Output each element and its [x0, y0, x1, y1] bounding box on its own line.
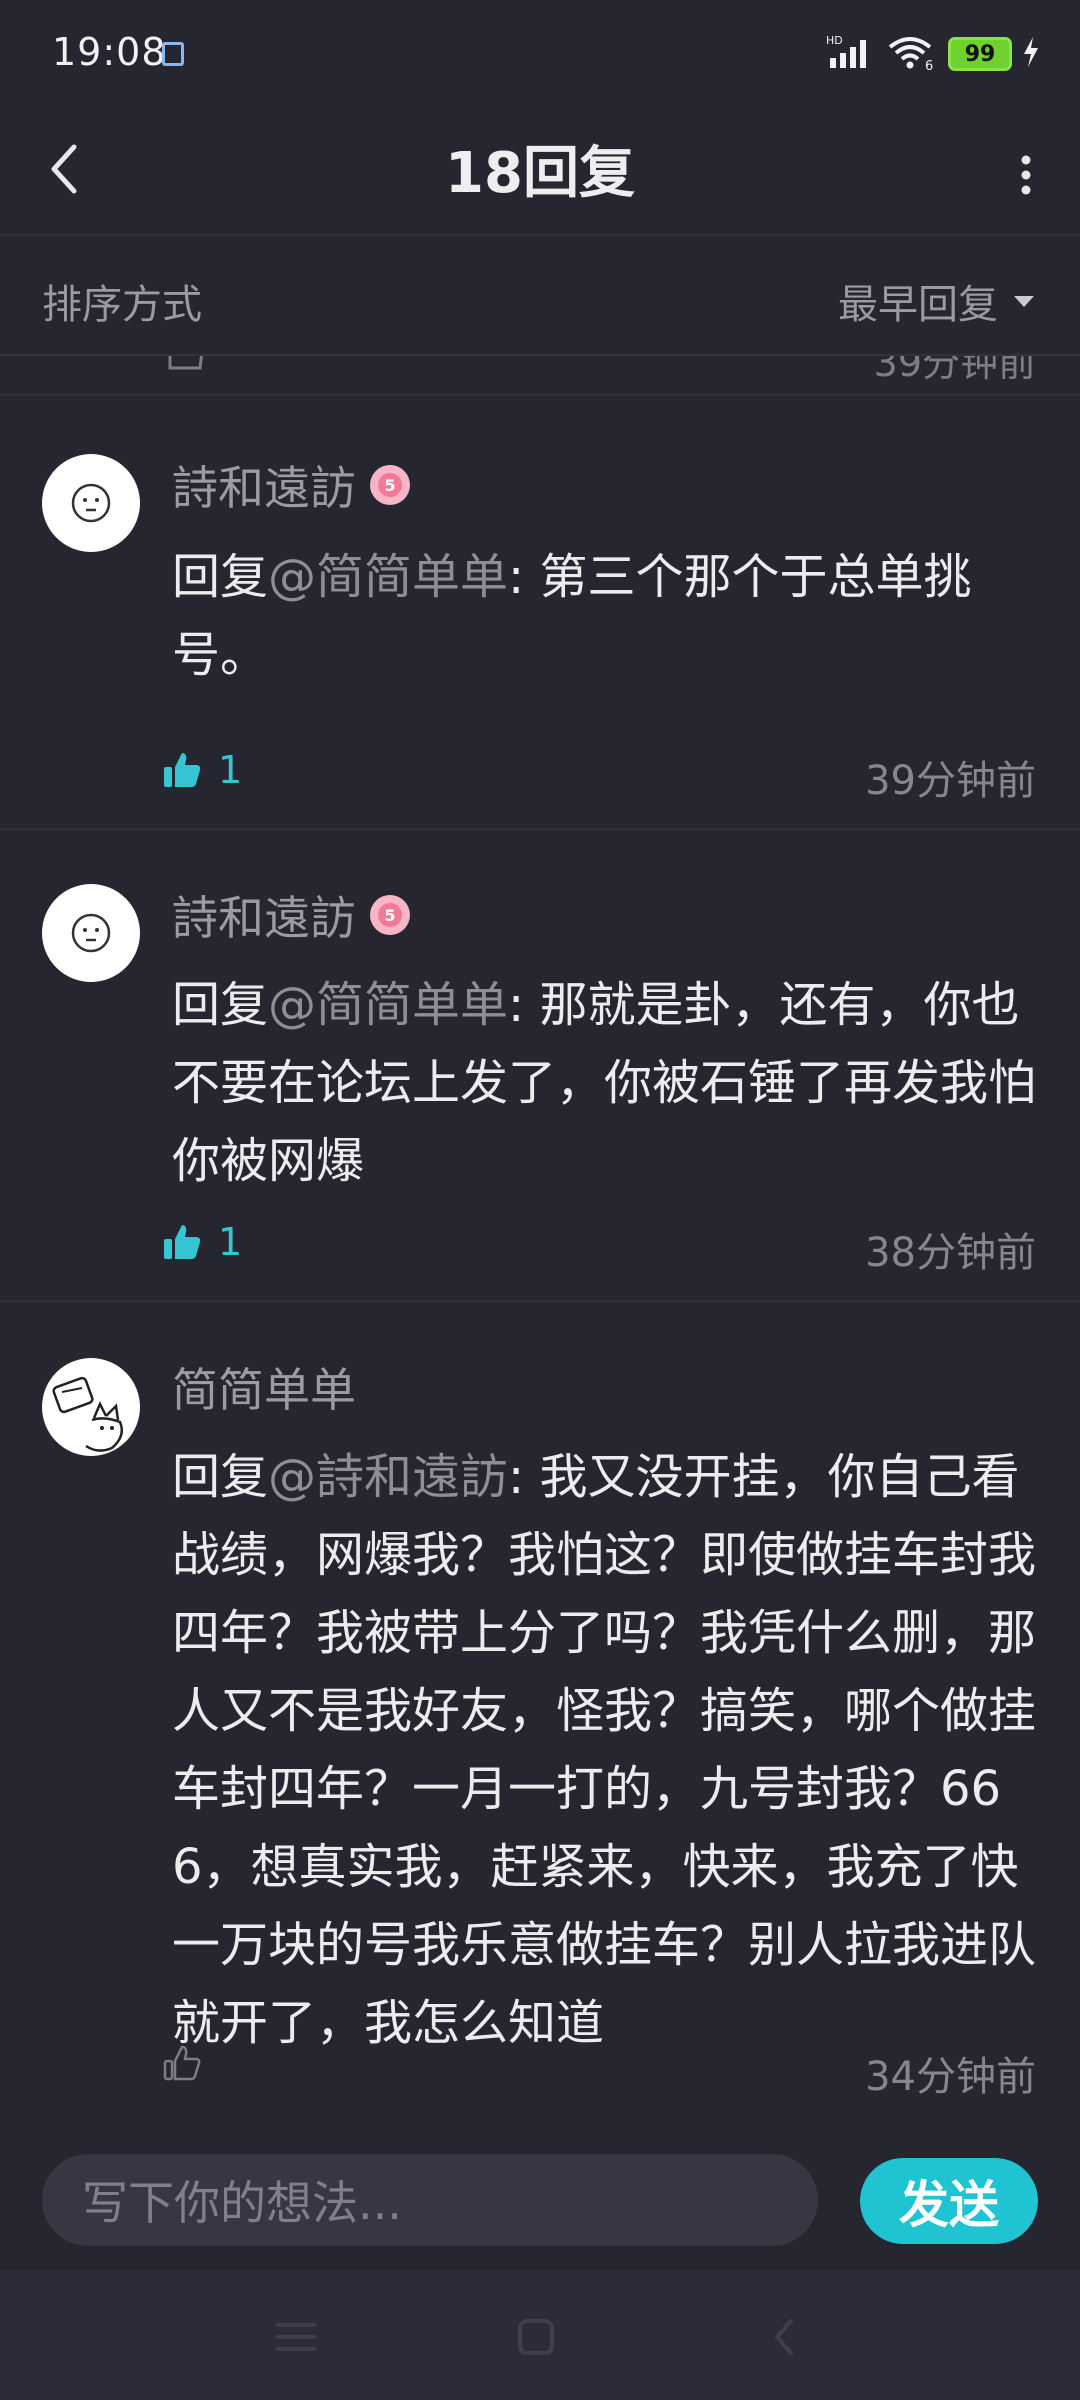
comment-item: 詩和遠訪 5 回复@简简单单: 那就是卦，还有，你也不要在论坛上发了，你被石锤了… [0, 830, 1080, 1302]
status-icons: HD 6 99 [826, 34, 1040, 74]
comment-text: 回复@詩和遠訪: 我又没开挂，你自己看战绩，网爆我？我怕这？即使做挂车封我四年？… [172, 1438, 1042, 2062]
back-icon [775, 2319, 793, 2355]
send-button[interactable]: 发送 [860, 2158, 1038, 2244]
sort-bar: 排序方式 最早回复 [0, 236, 1080, 356]
comment-time: 39分钟前 [873, 356, 1036, 385]
home-button[interactable] [506, 2312, 566, 2362]
level-badge: 5 [370, 895, 410, 935]
username[interactable]: 詩和遠訪 [172, 882, 356, 948]
comment-text: 回复@简简单单: 第三个那个于总单挑号。 [172, 538, 1042, 694]
comment-body: 我又没开挂，你自己看战绩，网爆我？我怕这？即使做挂车封我四年？我被带上分了吗？我… [172, 1449, 1037, 2051]
thumbs-up-outline-icon [163, 2045, 201, 2081]
like-button[interactable]: 1 [162, 1220, 242, 1264]
reply-input[interactable]: 写下你的想法... [42, 2154, 818, 2246]
like-button[interactable] [162, 2044, 218, 2082]
system-nav-bar [0, 2270, 1080, 2400]
sort-selected: 最早回复 [838, 282, 998, 328]
status-bar: 19:08 HD 6 99 [0, 0, 1080, 110]
more-button[interactable] [1006, 140, 1046, 210]
more-vertical-icon [1021, 155, 1031, 195]
avatar[interactable] [42, 1358, 140, 1456]
comment-time: 39分钟前 [865, 758, 1036, 804]
avatar[interactable] [42, 454, 140, 552]
thumbs-up-icon [164, 1225, 201, 1259]
comment-time: 38分钟前 [865, 1230, 1036, 1276]
comment-time: 34分钟前 [865, 2054, 1036, 2100]
user-row: 詩和遠訪 5 [172, 882, 410, 948]
partial-comment: 39分钟前 [0, 356, 1080, 396]
comment-text: 回复@简简单单: 那就是卦，还有，你也不要在论坛上发了，你被石锤了再发我怕你被网… [172, 966, 1042, 1200]
home-icon [518, 2319, 554, 2355]
reply-colon: : [508, 1449, 540, 1505]
mention-link[interactable]: @简简单单 [268, 549, 508, 605]
menu-button[interactable] [266, 2312, 326, 2362]
like-button[interactable]: 1 [162, 748, 242, 792]
comment-item: 简简单单 回复@詩和遠訪: 我又没开挂，你自己看战绩，网爆我？我怕这？即使做挂车… [0, 1302, 1080, 2130]
status-time: 19:08 [52, 30, 167, 74]
page-title: 18回复 [445, 141, 635, 206]
username[interactable]: 简简单单 [172, 1354, 356, 1420]
nav-back-button[interactable] [754, 2312, 814, 2362]
reply-bar: 写下你的想法... 发送 [0, 2130, 1080, 2270]
reply-prefix: 回复 [172, 977, 269, 1033]
reply-list[interactable]: 39分钟前 詩和遠訪 5 回复@简简单单: 第三个那个于总单挑号。 1 39分钟… [0, 356, 1080, 2130]
like-icon [166, 356, 206, 376]
thumbs-up-icon [164, 753, 201, 787]
caret-down-icon [1014, 296, 1034, 307]
wifi-label: 6 [925, 59, 933, 71]
charging-icon [1022, 35, 1040, 73]
like-count: 1 [218, 1220, 243, 1264]
svg-text:5: 5 [384, 476, 395, 495]
signal-icon: HD [826, 34, 876, 74]
mention-link[interactable]: @詩和遠訪 [268, 1449, 508, 1505]
comment-item: 詩和遠訪 5 回复@简简单单: 第三个那个于总单挑号。 1 39分钟前 [0, 396, 1080, 830]
cat-avatar-icon [52, 1376, 123, 1452]
header: 18回复 [0, 110, 1080, 236]
wifi-icon: 6 [886, 33, 938, 75]
notification-icon [162, 42, 184, 66]
reply-colon: : [508, 977, 540, 1033]
username[interactable]: 詩和遠訪 [172, 452, 356, 518]
reply-colon: : [508, 549, 540, 605]
user-row: 詩和遠訪 5 [172, 452, 410, 518]
svg-text:5: 5 [384, 906, 395, 925]
sort-dropdown[interactable]: 最早回复 [838, 272, 1036, 330]
network-label: HD [826, 34, 843, 47]
menu-icon [276, 2323, 316, 2351]
level-badge: 5 [370, 465, 410, 505]
mention-link[interactable]: @简简单单 [268, 977, 508, 1033]
avatar[interactable] [42, 884, 140, 982]
reply-prefix: 回复 [172, 1449, 269, 1505]
battery-icon: 99 [948, 37, 1012, 71]
sort-label: 排序方式 [42, 282, 202, 328]
like-count: 1 [218, 748, 243, 792]
user-row: 简简单单 [172, 1354, 356, 1420]
reply-prefix: 回复 [172, 549, 269, 605]
